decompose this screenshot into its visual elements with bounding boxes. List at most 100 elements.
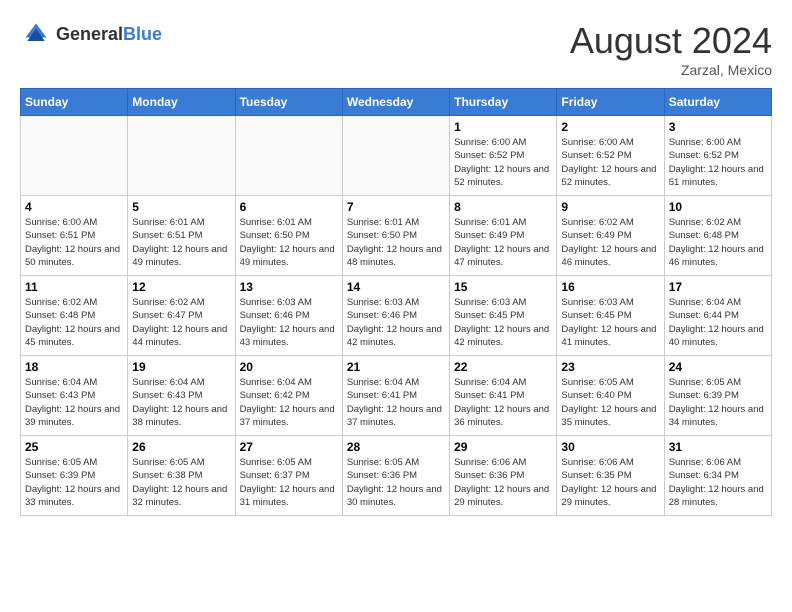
day-detail: Sunrise: 6:01 AMSunset: 6:50 PMDaylight:… [347,217,442,268]
day-detail: Sunrise: 6:04 AMSunset: 6:41 PMDaylight:… [454,377,549,428]
day-number: 11 [25,280,123,294]
calendar-cell: 19 Sunrise: 6:04 AMSunset: 6:43 PMDayligh… [128,356,235,436]
day-number: 9 [561,200,659,214]
calendar-cell: 21 Sunrise: 6:04 AMSunset: 6:41 PMDayligh… [342,356,449,436]
day-number: 25 [25,440,123,454]
day-detail: Sunrise: 6:02 AMSunset: 6:49 PMDaylight:… [561,217,656,268]
day-detail: Sunrise: 6:00 AMSunset: 6:52 PMDaylight:… [454,137,549,188]
logo-icon [20,20,52,48]
day-number: 14 [347,280,445,294]
calendar-cell [128,116,235,196]
day-detail: Sunrise: 6:01 AMSunset: 6:51 PMDaylight:… [132,217,227,268]
calendar-cell: 13 Sunrise: 6:03 AMSunset: 6:46 PMDayligh… [235,276,342,356]
calendar-cell: 17Sunrise: 6:04 AMSunset: 6:44 PMDayligh… [664,276,771,356]
day-header-sunday: Sunday [21,89,128,116]
calendar-cell: 15 Sunrise: 6:03 AMSunset: 6:45 PMDayligh… [450,276,557,356]
calendar-cell: 16 Sunrise: 6:03 AMSunset: 6:45 PMDayligh… [557,276,664,356]
day-detail: Sunrise: 6:05 AMSunset: 6:39 PMDaylight:… [669,377,764,428]
day-detail: Sunrise: 6:01 AMSunset: 6:50 PMDaylight:… [240,217,335,268]
calendar-cell: 2 Sunrise: 6:00 AMSunset: 6:52 PMDaylight… [557,116,664,196]
day-detail: Sunrise: 6:03 AMSunset: 6:46 PMDaylight:… [240,297,335,348]
calendar-cell: 23 Sunrise: 6:05 AMSunset: 6:40 PMDayligh… [557,356,664,436]
calendar-cell: 29 Sunrise: 6:06 AMSunset: 6:36 PMDayligh… [450,436,557,516]
calendar-cell: 12 Sunrise: 6:02 AMSunset: 6:47 PMDayligh… [128,276,235,356]
calendar-week-row: 18 Sunrise: 6:04 AMSunset: 6:43 PMDayligh… [21,356,772,436]
day-number: 21 [347,360,445,374]
calendar-cell: 10Sunrise: 6:02 AMSunset: 6:48 PMDayligh… [664,196,771,276]
day-detail: Sunrise: 6:05 AMSunset: 6:38 PMDaylight:… [132,457,227,508]
day-header-saturday: Saturday [664,89,771,116]
day-detail: Sunrise: 6:02 AMSunset: 6:48 PMDaylight:… [669,217,764,268]
calendar-cell: 26 Sunrise: 6:05 AMSunset: 6:38 PMDayligh… [128,436,235,516]
day-header-thursday: Thursday [450,89,557,116]
day-number: 28 [347,440,445,454]
day-number: 26 [132,440,230,454]
day-detail: Sunrise: 6:04 AMSunset: 6:43 PMDaylight:… [132,377,227,428]
day-number: 20 [240,360,338,374]
day-number: 4 [25,200,123,214]
day-detail: Sunrise: 6:06 AMSunset: 6:34 PMDaylight:… [669,457,764,508]
day-number: 31 [669,440,767,454]
day-number: 6 [240,200,338,214]
day-number: 8 [454,200,552,214]
title-block: August 2024 Zarzal, Mexico [570,20,772,78]
calendar-cell: 14 Sunrise: 6:03 AMSunset: 6:46 PMDayligh… [342,276,449,356]
day-detail: Sunrise: 6:05 AMSunset: 6:39 PMDaylight:… [25,457,120,508]
day-number: 16 [561,280,659,294]
month-year: August 2024 [570,20,772,62]
day-number: 15 [454,280,552,294]
day-detail: Sunrise: 6:05 AMSunset: 6:40 PMDaylight:… [561,377,656,428]
day-number: 22 [454,360,552,374]
day-detail: Sunrise: 6:03 AMSunset: 6:46 PMDaylight:… [347,297,442,348]
day-number: 3 [669,120,767,134]
day-detail: Sunrise: 6:00 AMSunset: 6:52 PMDaylight:… [561,137,656,188]
day-detail: Sunrise: 6:04 AMSunset: 6:43 PMDaylight:… [25,377,120,428]
day-detail: Sunrise: 6:04 AMSunset: 6:44 PMDaylight:… [669,297,764,348]
calendar-header-row: SundayMondayTuesdayWednesdayThursdayFrid… [21,89,772,116]
day-number: 29 [454,440,552,454]
calendar-week-row: 4Sunrise: 6:00 AMSunset: 6:51 PMDaylight… [21,196,772,276]
day-detail: Sunrise: 6:03 AMSunset: 6:45 PMDaylight:… [454,297,549,348]
day-detail: Sunrise: 6:04 AMSunset: 6:42 PMDaylight:… [240,377,335,428]
page-header: GeneralBlue August 2024 Zarzal, Mexico [20,20,772,78]
calendar-week-row: 11 Sunrise: 6:02 AMSunset: 6:48 PMDayligh… [21,276,772,356]
calendar-cell: 18 Sunrise: 6:04 AMSunset: 6:43 PMDayligh… [21,356,128,436]
day-number: 12 [132,280,230,294]
day-detail: Sunrise: 6:02 AMSunset: 6:47 PMDaylight:… [132,297,227,348]
calendar-cell: 11 Sunrise: 6:02 AMSunset: 6:48 PMDayligh… [21,276,128,356]
day-detail: Sunrise: 6:02 AMSunset: 6:48 PMDaylight:… [25,297,120,348]
day-detail: Sunrise: 6:05 AMSunset: 6:36 PMDaylight:… [347,457,442,508]
day-number: 7 [347,200,445,214]
day-header-friday: Friday [557,89,664,116]
calendar-cell: 31 Sunrise: 6:06 AMSunset: 6:34 PMDayligh… [664,436,771,516]
calendar-cell [21,116,128,196]
calendar-week-row: 1Sunrise: 6:00 AMSunset: 6:52 PMDaylight… [21,116,772,196]
calendar-cell: 5 Sunrise: 6:01 AMSunset: 6:51 PMDaylight… [128,196,235,276]
calendar-cell: 8 Sunrise: 6:01 AMSunset: 6:49 PMDaylight… [450,196,557,276]
day-detail: Sunrise: 6:03 AMSunset: 6:45 PMDaylight:… [561,297,656,348]
day-number: 18 [25,360,123,374]
day-number: 27 [240,440,338,454]
calendar-cell: 22 Sunrise: 6:04 AMSunset: 6:41 PMDayligh… [450,356,557,436]
day-number: 23 [561,360,659,374]
day-number: 19 [132,360,230,374]
day-number: 2 [561,120,659,134]
calendar-cell: 27Sunrise: 6:05 AMSunset: 6:37 PMDayligh… [235,436,342,516]
calendar-cell: 24Sunrise: 6:05 AMSunset: 6:39 PMDayligh… [664,356,771,436]
calendar-cell [342,116,449,196]
day-number: 5 [132,200,230,214]
calendar-cell: 25 Sunrise: 6:05 AMSunset: 6:39 PMDayligh… [21,436,128,516]
calendar-cell: 1Sunrise: 6:00 AMSunset: 6:52 PMDaylight… [450,116,557,196]
day-header-wednesday: Wednesday [342,89,449,116]
calendar-cell: 7 Sunrise: 6:01 AMSunset: 6:50 PMDaylight… [342,196,449,276]
day-number: 13 [240,280,338,294]
location: Zarzal, Mexico [570,62,772,78]
day-header-monday: Monday [128,89,235,116]
day-detail: Sunrise: 6:06 AMSunset: 6:36 PMDaylight:… [454,457,549,508]
calendar-cell: 28 Sunrise: 6:05 AMSunset: 6:36 PMDayligh… [342,436,449,516]
calendar-cell [235,116,342,196]
calendar-cell: 20 Sunrise: 6:04 AMSunset: 6:42 PMDayligh… [235,356,342,436]
calendar-cell: 30Sunrise: 6:06 AMSunset: 6:35 PMDayligh… [557,436,664,516]
day-detail: Sunrise: 6:04 AMSunset: 6:41 PMDaylight:… [347,377,442,428]
day-detail: Sunrise: 6:01 AMSunset: 6:49 PMDaylight:… [454,217,549,268]
